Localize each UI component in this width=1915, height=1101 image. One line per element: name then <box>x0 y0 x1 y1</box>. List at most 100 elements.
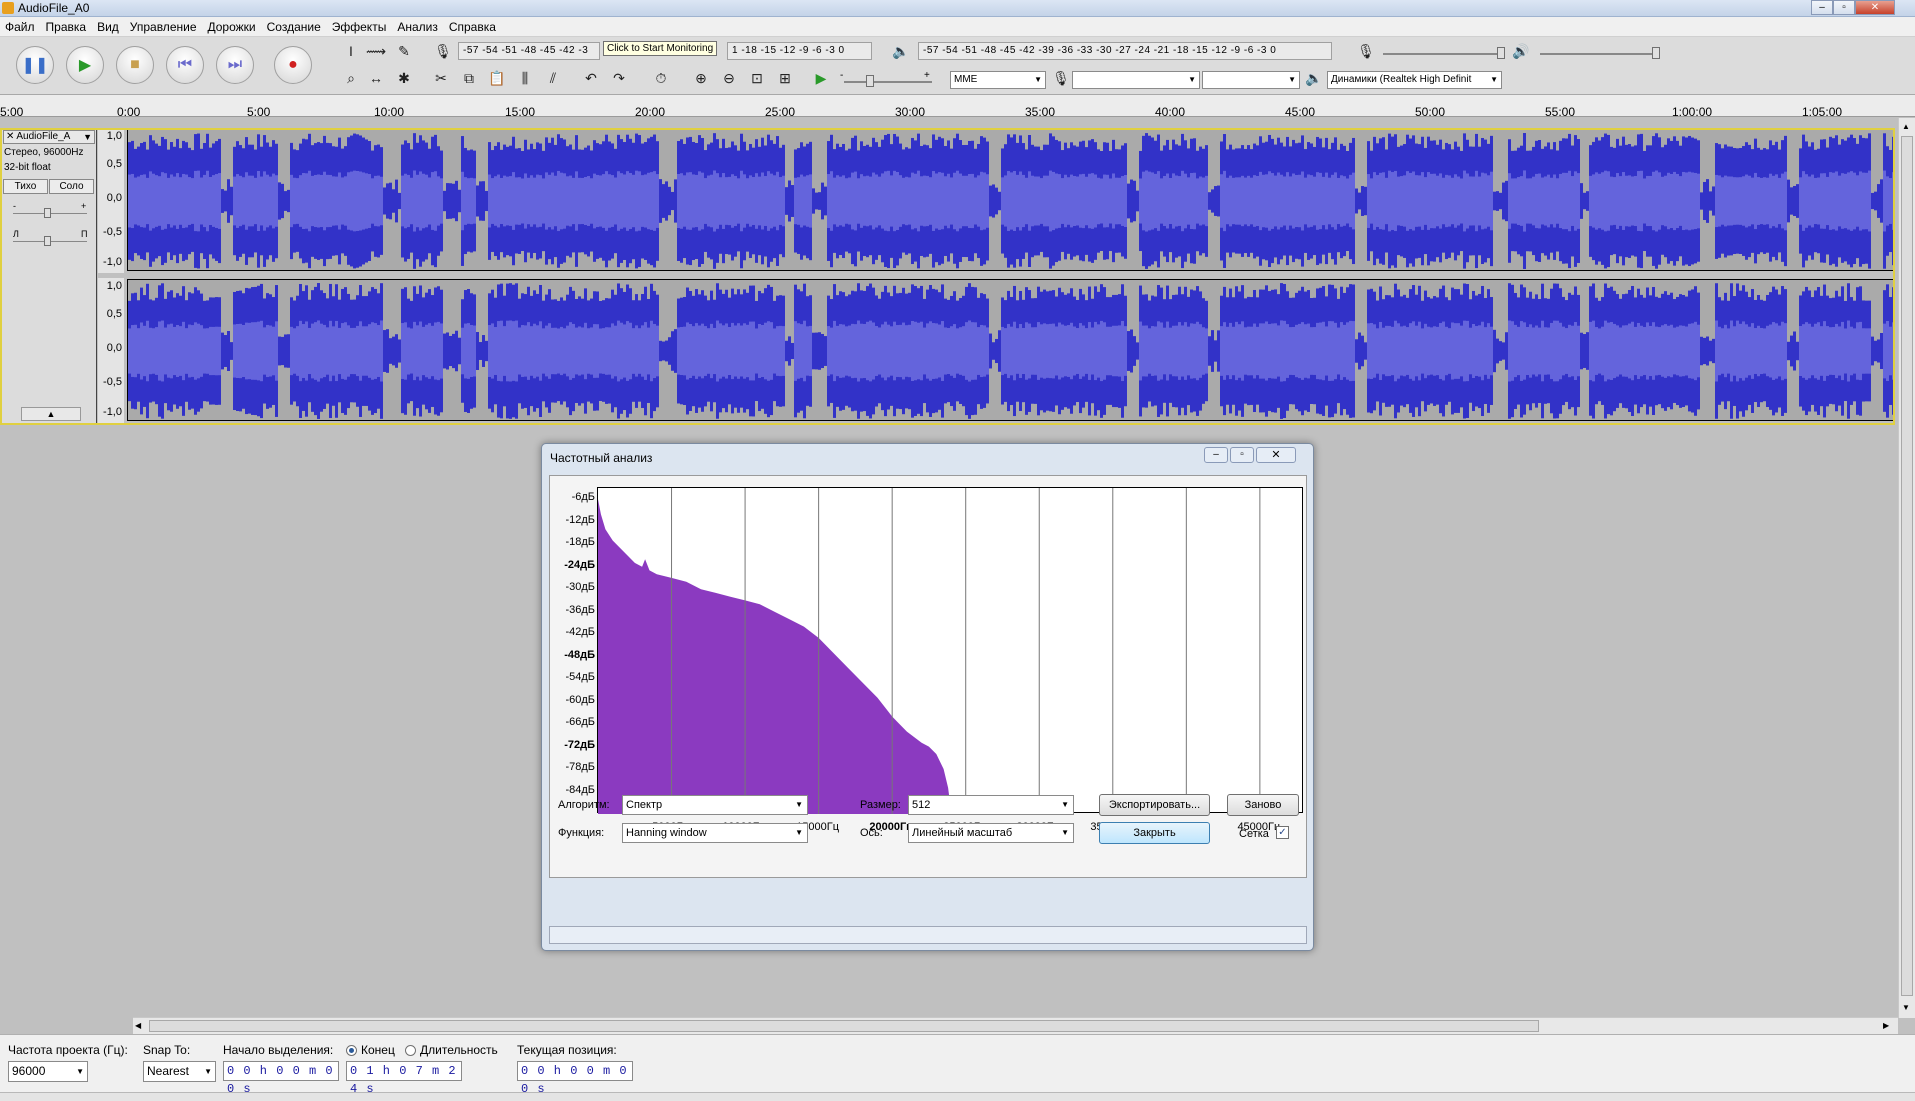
timeshift-tool-icon[interactable]: ↔ <box>365 67 387 89</box>
trim-audio-icon[interactable]: ⫼ <box>514 67 536 89</box>
solo-button[interactable]: Соло <box>49 179 94 194</box>
dialog-maximize-icon[interactable]: ▫ <box>1230 447 1254 463</box>
dialog-close-icon[interactable]: ✕ <box>1256 447 1296 463</box>
waveform-rms <box>197 323 200 379</box>
minimize-icon[interactable]: – <box>1811 0 1833 15</box>
waveform-sample <box>1502 182 1505 220</box>
menu-edit[interactable]: Правка <box>41 17 93 34</box>
waveform-rms <box>1286 324 1289 378</box>
skip-start-button[interactable]: ⏮ <box>166 46 204 84</box>
record-device-select[interactable]: ▼ <box>1072 71 1200 89</box>
menu-tracks[interactable]: Дорожки <box>203 17 262 34</box>
host-select[interactable]: MME ▼ <box>950 71 1046 89</box>
fit-selection-icon[interactable]: ⊡ <box>746 67 768 89</box>
sync-lock-icon[interactable]: ⏱ <box>650 67 672 89</box>
gain-slider[interactable] <box>44 208 51 218</box>
algorithm-select[interactable]: Спектр ▼ <box>622 795 808 815</box>
waveform-rms <box>1034 327 1037 375</box>
menu-view[interactable]: Вид <box>92 17 125 34</box>
menu-help[interactable]: Справка <box>444 17 502 34</box>
replot-button[interactable]: Заново <box>1227 794 1299 816</box>
export-button[interactable]: Экспортировать... <box>1099 794 1210 816</box>
waveform-channel-2[interactable] <box>127 279 1895 421</box>
dialog-minimize-icon[interactable]: – <box>1204 447 1228 463</box>
mic-icon[interactable]: 🎙 <box>432 40 454 62</box>
axis-select[interactable]: Линейный масштаб ▼ <box>908 823 1074 843</box>
close-icon[interactable]: ✕ <box>1855 0 1895 15</box>
silence-icon[interactable]: ⫽ <box>542 67 564 89</box>
grid-checkbox[interactable]: ✓ <box>1276 826 1289 839</box>
speaker-volume-slider[interactable] <box>1652 47 1660 59</box>
snap-to-select[interactable]: Nearest ▼ <box>143 1061 216 1082</box>
track-name-bar[interactable]: ✕ AudioFile_A ▼ <box>3 130 95 144</box>
title-bar: AudioFile_A0 – ▫ ✕ <box>0 0 1915 17</box>
record-channels-select[interactable]: ▼ <box>1202 71 1300 89</box>
function-select[interactable]: Hanning window ▼ <box>622 823 808 843</box>
play-button[interactable]: ▶ <box>66 46 104 84</box>
scroll-down-icon[interactable]: ▼ <box>1902 1003 1910 1012</box>
mic-volume-slider[interactable] <box>1497 47 1505 59</box>
horizontal-scroll-thumb[interactable] <box>149 1020 1539 1032</box>
timeline-ruler[interactable]: 5:00 0:00 5:00 10:00 15:00 20:00 25:00 3… <box>0 95 1915 119</box>
multi-tool-icon[interactable]: ✱ <box>393 67 415 89</box>
project-rate-select[interactable]: 96000 ▼ <box>8 1061 88 1082</box>
track-close-icon[interactable]: ✕ <box>4 131 16 142</box>
close-button[interactable]: Закрыть <box>1099 822 1210 844</box>
menu-file[interactable]: Файл <box>0 17 41 34</box>
pause-button[interactable]: ❚❚ <box>16 46 54 84</box>
skip-end-button[interactable]: ⏭ <box>216 46 254 84</box>
mute-button[interactable]: Тихо <box>3 179 48 194</box>
vertical-scrollbar[interactable]: ▲ ▼ <box>1898 118 1915 1018</box>
waveform-rms <box>527 322 530 380</box>
stop-button[interactable]: ■ <box>116 46 154 84</box>
scroll-left-icon[interactable]: ◀ <box>135 1021 141 1030</box>
zoom-out-icon[interactable]: ⊖ <box>718 67 740 89</box>
record-meter-tail[interactable]: 1 -18 -15 -12 -9 -6 -3 0 <box>727 42 872 60</box>
size-select[interactable]: 512 ▼ <box>908 795 1074 815</box>
ruler-label: 5:00 <box>247 105 271 119</box>
undo-icon[interactable]: ↶ <box>580 67 602 89</box>
waveform-rms <box>959 327 962 375</box>
horizontal-scrollbar[interactable]: ◀ ▶ <box>133 1017 1898 1034</box>
scroll-right-icon[interactable]: ▶ <box>1883 1021 1889 1030</box>
collapse-track-icon[interactable]: ▲ <box>21 407 81 421</box>
speaker-icon[interactable]: 🔈 <box>890 40 912 62</box>
redo-icon[interactable]: ↷ <box>608 67 630 89</box>
waveform-rms <box>269 176 272 226</box>
waveform-sample <box>1358 192 1361 210</box>
fit-project-icon[interactable]: ⊞ <box>774 67 796 89</box>
spectrum-plot[interactable] <box>597 487 1303 814</box>
current-position-time[interactable]: 0 0 h 0 0 m 0 0 s <box>517 1061 633 1096</box>
play-at-speed-icon[interactable]: ▶ <box>810 67 832 89</box>
output-device-select[interactable]: Динамики (Realtek High Definit ▼ <box>1327 71 1502 89</box>
menu-generate[interactable]: Создание <box>262 17 327 34</box>
zoom-tool-icon[interactable]: ⌕ <box>340 67 362 89</box>
selection-end-time[interactable]: 0 1 h 0 7 m 2 4 s <box>346 1061 462 1096</box>
vertical-scroll-thumb[interactable] <box>1901 136 1913 996</box>
menu-analyze[interactable]: Анализ <box>392 17 444 34</box>
paste-icon[interactable]: 📋 <box>486 67 508 89</box>
waveform-rms <box>1772 175 1775 227</box>
length-radio[interactable] <box>405 1045 416 1056</box>
end-radio[interactable] <box>346 1045 357 1056</box>
pan-slider[interactable] <box>44 236 51 246</box>
waveform-channel-1[interactable] <box>127 129 1895 271</box>
record-button[interactable]: ● <box>274 46 312 84</box>
track-menu-icon[interactable]: ▼ <box>83 131 92 143</box>
chevron-down-icon: ▼ <box>1288 75 1296 84</box>
menu-effects[interactable]: Эффекты <box>327 17 393 34</box>
envelope-tool-icon[interactable]: ⟿ <box>365 40 387 62</box>
copy-icon[interactable]: ⧉ <box>458 67 480 89</box>
playback-meter[interactable]: -57 -54 -51 -48 -45 -42 -39 -36 -33 -30 … <box>918 42 1332 60</box>
menu-transport[interactable]: Управление <box>125 17 203 34</box>
play-speed-slider[interactable] <box>866 75 874 87</box>
selection-start-time[interactable]: 0 0 h 0 0 m 0 0 s <box>223 1061 339 1096</box>
selection-tool-icon[interactable]: I <box>340 40 362 62</box>
draw-tool-icon[interactable]: ✎ <box>393 40 415 62</box>
zoom-in-icon[interactable]: ⊕ <box>690 67 712 89</box>
maximize-icon[interactable]: ▫ <box>1833 0 1855 15</box>
waveform-svg-2 <box>128 283 1894 419</box>
scroll-up-icon[interactable]: ▲ <box>1902 122 1910 131</box>
trim-icon[interactable]: ✂ <box>430 67 452 89</box>
record-meter[interactable]: -57 -54 -51 -48 -45 -42 -3 <box>458 42 600 60</box>
